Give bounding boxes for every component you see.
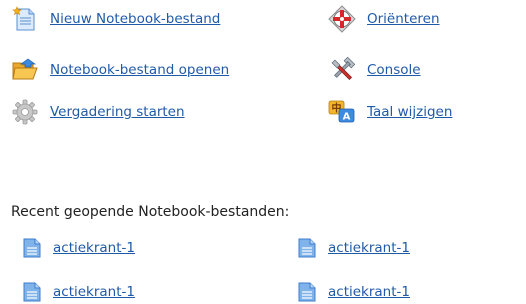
new-notebook-file-link[interactable]: Nieuw Notebook-bestand	[10, 4, 220, 34]
console-link[interactable]: Console	[327, 55, 421, 85]
console-label: Console	[367, 62, 421, 78]
open-notebook-file-label: Notebook-bestand openen	[50, 62, 230, 78]
recent-file-2[interactable]: actiekrant-1	[297, 237, 410, 259]
start-meeting-link[interactable]: Vergadering starten	[10, 97, 185, 127]
recent-file-3[interactable]: actiekrant-1	[22, 281, 135, 303]
new-notebook-file-label: Nieuw Notebook-bestand	[50, 11, 221, 27]
gear-icon	[10, 97, 40, 127]
recent-files-heading: Recent geopende Notebook-bestanden:	[11, 204, 290, 220]
new-document-icon	[10, 4, 40, 34]
change-language-link[interactable]: 中 A Taal wijzigen	[327, 97, 452, 127]
orient-crosshair-icon	[327, 4, 357, 34]
start-meeting-label: Vergadering starten	[50, 104, 185, 120]
recent-file-label: actiekrant-1	[53, 284, 135, 300]
recent-file-label: actiekrant-1	[328, 284, 410, 300]
svg-text:A: A	[343, 112, 351, 123]
recent-file-label: actiekrant-1	[53, 240, 135, 256]
open-notebook-file-link[interactable]: Notebook-bestand openen	[10, 55, 229, 85]
notebook-file-icon	[22, 281, 42, 303]
recent-file-1[interactable]: actiekrant-1	[22, 237, 135, 259]
notebook-file-icon	[22, 237, 42, 259]
tools-icon	[327, 55, 357, 85]
language-icon: 中 A	[327, 97, 357, 127]
open-folder-icon	[10, 55, 40, 85]
recent-file-4[interactable]: actiekrant-1	[297, 281, 410, 303]
notebook-file-icon	[297, 237, 317, 259]
orient-label: Oriënteren	[367, 11, 440, 27]
notebook-file-icon	[297, 281, 317, 303]
change-language-label: Taal wijzigen	[367, 104, 453, 120]
orient-link[interactable]: Oriënteren	[327, 4, 440, 34]
recent-file-label: actiekrant-1	[328, 240, 410, 256]
